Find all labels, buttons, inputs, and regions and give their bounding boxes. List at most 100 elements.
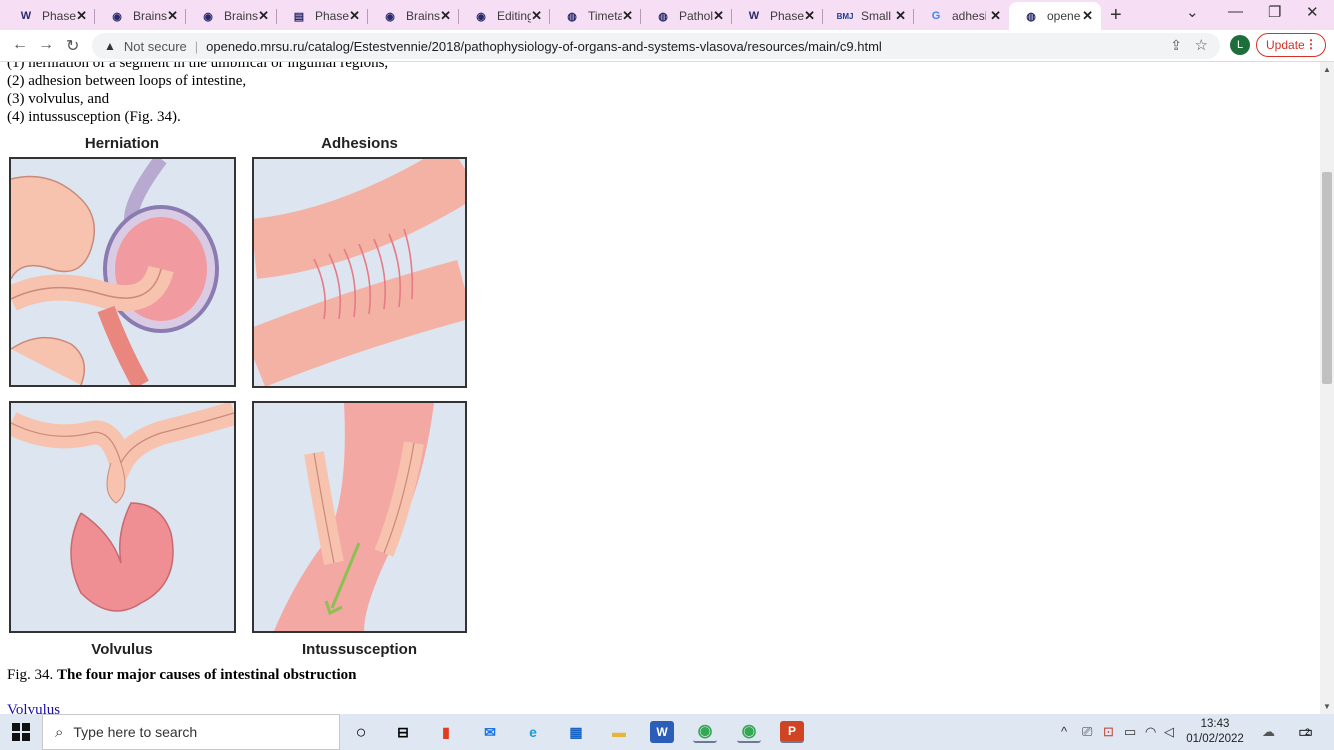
intussusception-label: Intussusception: [301, 641, 417, 658]
browser-toolbar: ← → ↻ ▲ Not secure | openedo.mrsu.ru/cat…: [0, 30, 1334, 62]
tab-3[interactable]: ◉ Brainscape✕: [186, 2, 277, 30]
list-item: (3) volvulus, and: [7, 91, 110, 107]
notification-count: 2: [1305, 727, 1311, 737]
tab-10[interactable]: BMJ Small bowel✕: [823, 2, 914, 30]
tab-label: Timetable: [588, 9, 622, 23]
figure-caption: Fig. 34. The four major causes of intest…: [7, 667, 356, 684]
search-icon: ⌕: [55, 723, 64, 741]
forward-icon[interactable]: →: [38, 36, 54, 54]
tab-2[interactable]: ◉ Brainscape✕: [95, 2, 186, 30]
edge-icon[interactable]: e: [521, 721, 545, 743]
close-tab-icon[interactable]: ✕: [804, 8, 815, 24]
close-tab-icon[interactable]: ✕: [622, 8, 633, 24]
tab-label: Brainscape: [133, 9, 167, 23]
file-explorer-icon[interactable]: ▬: [607, 721, 631, 743]
tab-12[interactable]: ◍ openedo✕: [1009, 2, 1101, 30]
office-icon[interactable]: ▮: [434, 721, 458, 743]
volvulus-illustration: [9, 401, 236, 633]
task-view-icon[interactable]: ⊟: [391, 721, 415, 743]
bookmark-star-icon[interactable]: ☆: [1195, 36, 1208, 54]
close-window-button[interactable]: ✕: [1306, 3, 1319, 21]
tab-7[interactable]: ◍ Timetable✕: [550, 2, 641, 30]
meet-now-icon[interactable]: ⎚: [1082, 724, 1092, 740]
tab-1[interactable]: W Phase 2✕: [4, 2, 95, 30]
chrome-profile-icon[interactable]: ◉: [737, 721, 761, 743]
restore-button[interactable]: ❐: [1268, 3, 1281, 21]
close-tab-icon[interactable]: ✕: [258, 8, 269, 24]
close-tab-icon[interactable]: ✕: [440, 8, 451, 24]
new-tab-button[interactable]: +: [1110, 4, 1122, 27]
tab-label: Pathology: [679, 9, 713, 23]
herniation-label: Herniation: [84, 135, 160, 152]
tab-8[interactable]: ◍ Pathology✕: [641, 2, 732, 30]
wifi-icon[interactable]: ◠: [1145, 724, 1156, 740]
google-icon: G: [931, 10, 941, 22]
close-tab-icon[interactable]: ✕: [531, 8, 542, 24]
clock[interactable]: 13:43 01/02/2022: [1186, 717, 1244, 747]
scroll-down-icon[interactable]: ▼: [1323, 702, 1331, 711]
security-icon[interactable]: ⊡: [1103, 724, 1114, 740]
tab-search-icon[interactable]: ⌄: [1186, 3, 1199, 21]
volume-icon[interactable]: ◁: [1164, 724, 1174, 740]
list-item: (4) intussusception (Fig. 34).: [7, 109, 181, 125]
tab-6[interactable]: ◉ Editing ✕: [459, 2, 550, 30]
mail-icon[interactable]: ✉: [478, 721, 502, 743]
notification-icon[interactable]: ▭ 2: [1298, 722, 1313, 742]
intussusception-illustration: [252, 401, 467, 633]
back-icon[interactable]: ←: [12, 36, 28, 54]
minimize-button[interactable]: —: [1228, 3, 1243, 20]
vertical-scrollbar[interactable]: ▲ ▼: [1320, 62, 1334, 714]
windows-start-icon[interactable]: [12, 723, 30, 741]
tab-label: Phase 2: [770, 9, 804, 23]
tab-label: Editing: [497, 9, 531, 23]
cortana-icon[interactable]: ○: [349, 721, 373, 743]
close-tab-icon[interactable]: ✕: [76, 8, 87, 24]
brainscape-icon: ◉: [203, 10, 213, 23]
clock-date: 01/02/2022: [1186, 733, 1244, 745]
taskbar-search-box[interactable]: ⌕ Type here to search: [42, 714, 340, 750]
close-tab-icon[interactable]: ✕: [713, 8, 724, 24]
share-icon[interactable]: ⇪: [1170, 37, 1182, 54]
warning-icon: ▲: [104, 39, 116, 53]
adhesions-label: Adhesions: [321, 135, 398, 152]
url-text[interactable]: openedo.mrsu.ru/catalog/Estestvennie/201…: [206, 39, 882, 54]
store-icon[interactable]: ▦: [564, 721, 588, 743]
not-secure-label[interactable]: Not secure: [124, 39, 187, 54]
scroll-thumb[interactable]: [1322, 172, 1332, 384]
word-icon[interactable]: W: [650, 721, 674, 743]
globe-icon: ◍: [1026, 10, 1036, 23]
volvulus-label: Volvulus: [91, 641, 153, 658]
bmj-icon: BMJ: [836, 11, 854, 21]
weather-icon[interactable]: ☁: [1262, 724, 1275, 740]
update-label: Update: [1266, 38, 1305, 52]
brainscape-icon: ◉: [112, 10, 122, 23]
close-tab-icon[interactable]: ✕: [1082, 8, 1093, 24]
scroll-up-icon[interactable]: ▲: [1323, 65, 1331, 74]
tab-5[interactable]: ◉ Brainscape✕: [368, 2, 459, 30]
tab-11[interactable]: Gadhesions ✕: [914, 2, 1009, 30]
close-tab-icon[interactable]: ✕: [895, 8, 906, 24]
forms-icon: ▤: [293, 10, 305, 23]
powerpoint-icon[interactable]: P: [780, 721, 804, 743]
address-bar[interactable]: ▲ Not secure | openedo.mrsu.ru/catalog/E…: [92, 33, 1220, 59]
volvulus-link[interactable]: Volvulus: [7, 702, 60, 714]
list-item: (2) adhesion between loops of intestine,: [7, 73, 247, 89]
tab-9[interactable]: W Phase 2✕: [732, 2, 823, 30]
chrome-icon[interactable]: ◉: [693, 721, 717, 743]
close-tab-icon[interactable]: ✕: [349, 8, 360, 24]
tab-label: Brainscape: [406, 9, 440, 23]
brainscape-icon: ◉: [385, 10, 395, 23]
divider: |: [194, 38, 199, 54]
reload-icon[interactable]: ↻: [66, 36, 79, 56]
tab-4[interactable]: ▤ Phase 2✕: [277, 2, 368, 30]
show-hidden-icons[interactable]: ^: [1061, 724, 1067, 739]
search-placeholder: Type here to search: [73, 724, 198, 740]
herniation-illustration: [9, 157, 236, 387]
close-tab-icon[interactable]: ✕: [990, 8, 1001, 24]
profile-avatar[interactable]: L: [1230, 35, 1250, 55]
close-tab-icon[interactable]: ✕: [167, 8, 178, 24]
update-button[interactable]: Update ⋮: [1256, 33, 1326, 57]
menu-icon[interactable]: ⋮: [1305, 37, 1317, 51]
battery-icon[interactable]: ▭: [1124, 724, 1136, 740]
wikipedia-icon: W: [20, 10, 32, 22]
